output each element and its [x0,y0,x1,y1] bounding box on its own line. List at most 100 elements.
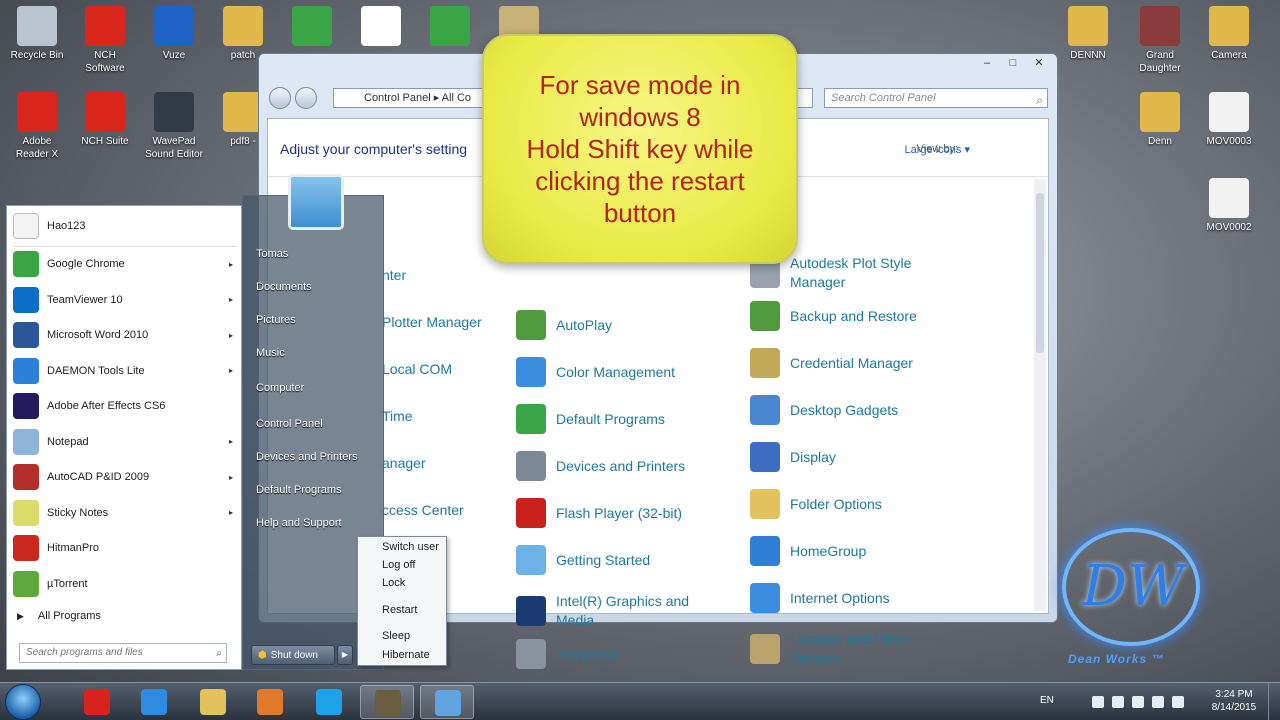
start-item-google-chrome[interactable]: Google Chrome ▸ [13,248,237,280]
start-link-music[interactable]: Music [256,347,285,359]
volume-icon[interactable] [1172,696,1184,708]
window-controls: – □ ✕ [975,56,1051,71]
desktop-icon-adobe-reader-x[interactable]: Adobe Reader X [2,92,72,161]
taskbar-control-panel-button[interactable] [420,685,474,719]
shut-down-button[interactable]: ⬢ Shut down [251,645,335,665]
submenu-item-hibernate[interactable]: Hibernate [382,649,430,661]
show-desktop-button[interactable] [1268,683,1280,720]
cp-item-label: Location and Other Sensors [790,631,910,666]
submenu-item-lock[interactable]: Lock [382,577,405,589]
taskbar-internet-explorer-button[interactable] [127,685,181,719]
start-item-torrent[interactable]: µTorrent [13,568,237,600]
start-button[interactable] [5,684,41,720]
start-link-documents[interactable]: Documents [256,281,312,293]
desktop-icon-dennn[interactable]: DENNN [1053,6,1123,62]
desktop-icon-vuze[interactable]: Vuze [139,6,209,62]
cp-item-color-management[interactable]: Color Management [516,357,736,387]
cp-item-autoplay[interactable]: AutoPlay [516,310,736,340]
cp-item-credential-manager[interactable]: Credential Manager [750,348,970,378]
cp-item-getting-started[interactable]: Getting Started [516,545,736,575]
cp-item-default-programs[interactable]: Default Programs [516,404,736,434]
forward-button[interactable] [295,87,317,109]
taskbar-file-explorer-button[interactable] [186,685,240,719]
start-item-teamviewer-10[interactable]: TeamViewer 10 ▸ [13,284,237,316]
vertical-scrollbar[interactable] [1034,179,1046,611]
action-center-icon[interactable] [1092,696,1104,708]
desktop-gadgets-icon [750,395,780,425]
teamviewer-10-icon [13,286,39,313]
submenu-item-restart[interactable]: Restart [382,604,417,616]
desktop-icon-recycle-bin[interactable]: Recycle Bin [2,6,72,62]
desktop-icon-wavepad-sound-editor[interactable]: WavePad Sound Editor [139,92,209,161]
start-item-adobe-after-effects-cs6[interactable]: Adobe After Effects CS6 [13,390,237,422]
taskbar-skype-button[interactable] [302,685,356,719]
start-item-daemon-tools-lite[interactable]: DAEMON Tools Lite ▸ [13,355,237,387]
chevron-right-icon: ▸ [228,259,233,269]
taskbar-media-player-button[interactable] [243,685,297,719]
desktop-icon-nch-software[interactable]: NCH Software [70,6,140,75]
shut-down-options-arrow[interactable]: ▶ [337,645,353,665]
start-link-pictures[interactable]: Pictures [256,314,296,326]
submenu-item-switch-user[interactable]: Switch user [382,541,439,553]
maximize-button[interactable]: □ [1001,56,1025,71]
cp-item-intel-r-graphics-and-media[interactable]: Intel(R) Graphics and Media [516,592,736,630]
start-link-control-panel[interactable]: Control Panel [256,418,323,430]
cp-item-homegroup[interactable]: HomeGroup [750,536,970,566]
start-link-tomas[interactable]: Tomas [256,248,288,260]
cp-item-label: Folder Options [790,495,882,512]
shortcut-icon [223,92,263,132]
back-button[interactable] [269,87,291,109]
clock[interactable]: 3:24 PM 8/14/2015 [1204,688,1264,714]
start-pinned-item[interactable]: Hao123 [13,210,237,242]
start-item-label: TeamViewer 10 [47,293,123,306]
shortcut-icon [223,6,263,46]
logo: DW Dean Works ™ [1062,528,1212,668]
language-indicator[interactable]: EN [1040,695,1054,706]
close-button[interactable]: ✕ [1027,56,1051,71]
desktop-icon-nch-suite[interactable]: NCH Suite [70,92,140,148]
view-by-dropdown[interactable]: Large icons ▾ [905,143,970,156]
start-item-sticky-notes[interactable]: Sticky Notes ▸ [13,497,237,529]
desktop-icon-shortcut-6[interactable] [415,6,485,49]
cp-item-keyboard[interactable]: Keyboard [516,639,736,669]
power-icon[interactable] [1132,696,1144,708]
submenu-item-log-off[interactable]: Log off [382,559,415,571]
desktop-icon-grand-daughter[interactable]: Grand Daughter [1125,6,1195,75]
cp-item-desktop-gadgets[interactable]: Desktop Gadgets [750,395,970,425]
desktop-icon-shortcut-4[interactable] [277,6,347,49]
cp-item-location-and-other-sensors[interactable]: Location and Other Sensors [750,630,970,668]
start-link-help-and-support[interactable]: Help and Support [256,517,342,529]
start-link-default-programs[interactable]: Default Programs [256,484,342,496]
desktop-icon-label: Adobe Reader X [15,136,59,160]
desktop-icon-denn[interactable]: Denn [1125,92,1195,148]
search-control-panel-input[interactable]: Search Control Panel ⌕ [824,88,1048,108]
cp-item-devices-and-printers[interactable]: Devices and Printers [516,451,736,481]
cp-item-internet-options[interactable]: Internet Options [750,583,970,613]
network-icon[interactable] [1152,696,1164,708]
submenu-item-sleep[interactable]: Sleep [382,630,410,642]
cp-item-backup-and-restore[interactable]: Backup and Restore [750,301,970,331]
start-item-autocad-p-id-2009[interactable]: AutoCAD P&ID 2009 ▸ [13,461,237,493]
start-item-notepad[interactable]: Notepad ▸ [13,426,237,458]
all-programs-button[interactable]: ▶ All Programs [17,610,101,622]
cp-item-folder-options[interactable]: Folder Options [750,489,970,519]
desktop-icon-mov0002[interactable]: MOV0002 [1194,178,1264,234]
desktop-icon-shortcut-5[interactable] [346,6,416,49]
desktop-icon-camera[interactable]: Camera [1194,6,1264,62]
desktop-icon-mov0003[interactable]: MOV0003 [1194,92,1264,148]
start-item-microsoft-word-2010[interactable]: Microsoft Word 2010 ▸ [13,319,237,351]
start-link-devices-and-printers[interactable]: Devices and Printers [256,451,358,463]
start-item-hitmanpro[interactable]: HitmanPro [13,532,237,564]
cp-item-display[interactable]: Display [750,442,970,472]
minimize-button[interactable]: – [975,56,999,71]
cp-item-flash-player-32-bit[interactable]: Flash Player (32-bit) [516,498,736,528]
cp-item-label: Keyboard [556,645,616,662]
taskbar-opera-button[interactable] [70,685,124,719]
start-link-computer[interactable]: Computer [256,382,304,394]
taskbar-game-app-button[interactable] [360,685,414,719]
scrollbar-thumb[interactable] [1036,193,1044,353]
user-picture[interactable] [288,174,344,230]
flag-icon[interactable] [1112,696,1124,708]
cp-item-nter[interactable]: nter [382,266,602,285]
start-search-input[interactable]: Search programs and files ⌕ [19,643,227,663]
